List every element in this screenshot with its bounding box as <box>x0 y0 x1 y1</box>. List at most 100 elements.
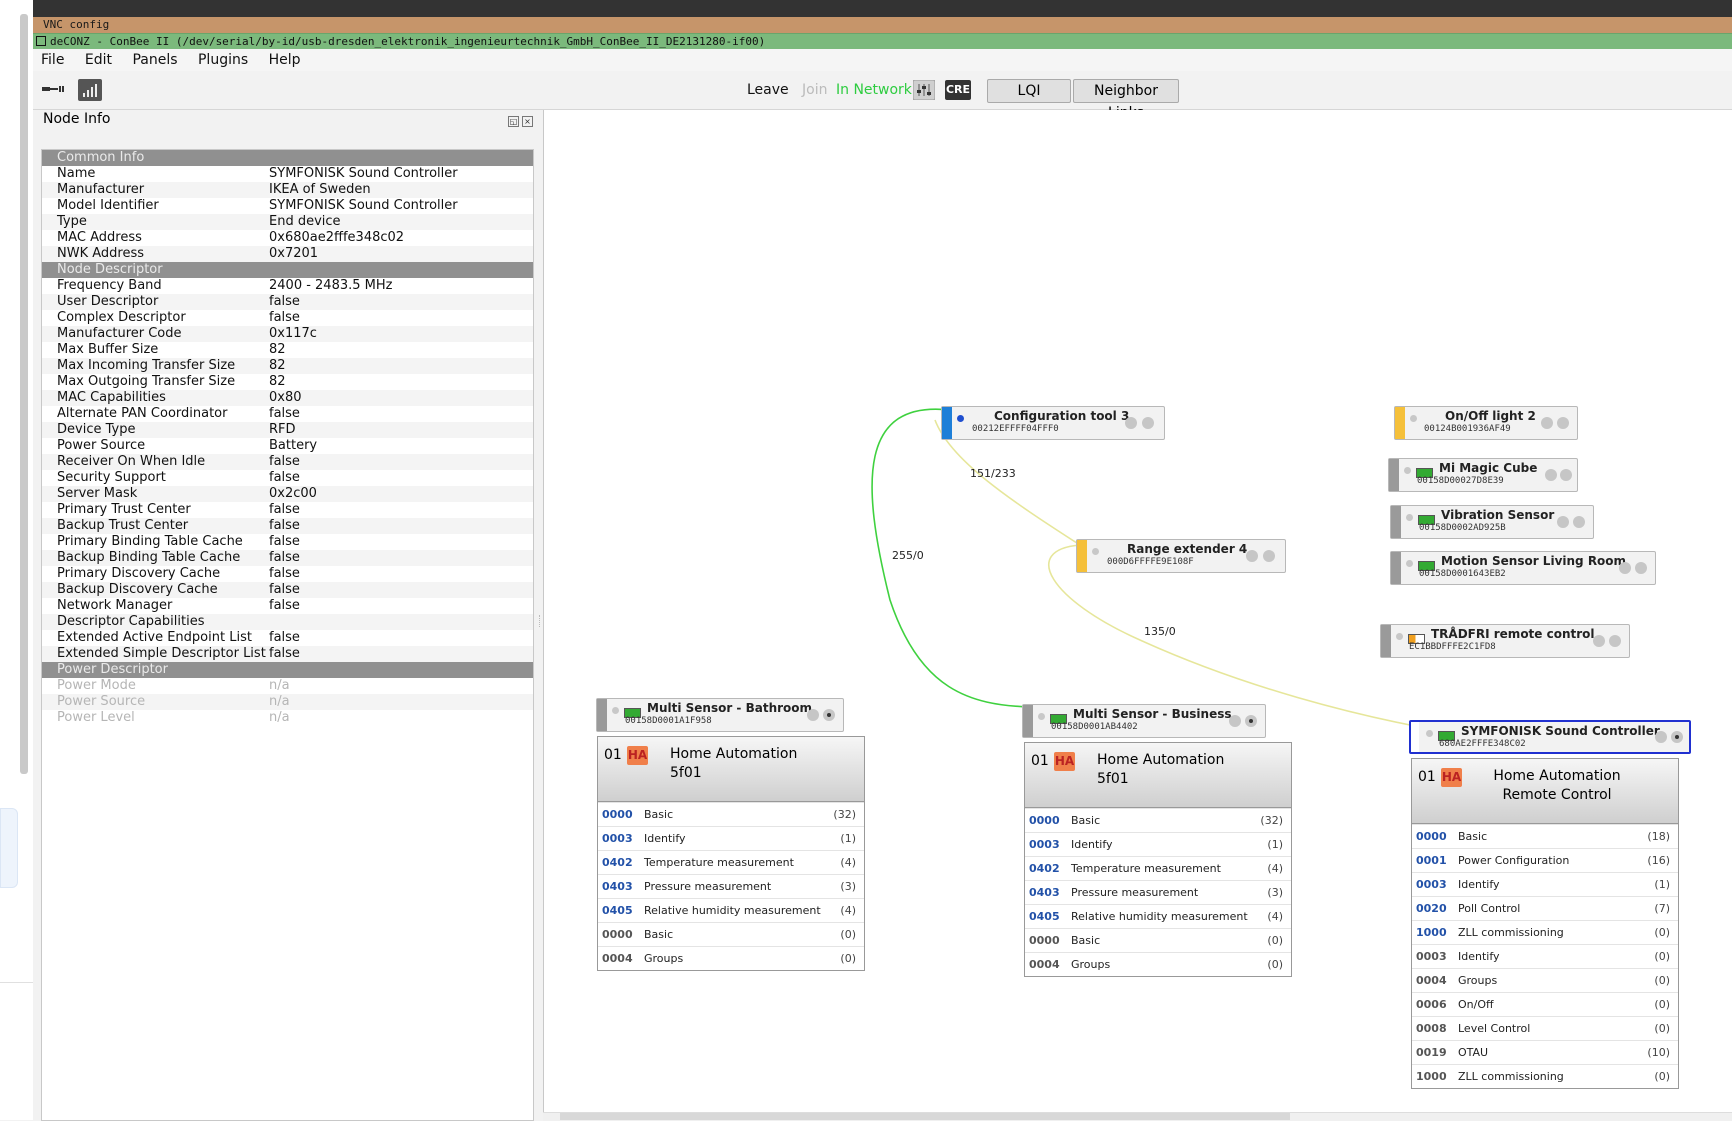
cluster-row[interactable]: 0000 Basic (18) <box>1412 824 1678 848</box>
cluster-name: Pressure measurement <box>644 880 772 893</box>
port-active-icon[interactable] <box>1245 715 1257 727</box>
cluster-name: Poll Control <box>1458 902 1521 915</box>
cluster-id: 0006 <box>1416 998 1447 1011</box>
cluster-row[interactable]: 0402 Temperature measurement (4) <box>598 850 864 874</box>
cluster-row[interactable]: 0403 Pressure measurement (3) <box>1025 880 1291 904</box>
cluster-row[interactable]: 0001 Power Configuration (16) <box>1412 848 1678 872</box>
endpoint-profile-name: Home Automation <box>670 746 798 762</box>
node-address: 00124B001936AF49 <box>1424 424 1511 434</box>
endpoint-header[interactable]: 01 HA Home Automation 5f01 <box>598 737 864 802</box>
node-type-strip <box>1391 552 1401 584</box>
cluster-row[interactable]: 0405 Relative humidity measurement (4) <box>1025 904 1291 928</box>
node-vibration-sensor[interactable]: Vibration Sensor 00158D0002AD925B <box>1390 505 1594 539</box>
cluster-row[interactable]: 0004 Groups (0) <box>1025 952 1291 976</box>
port-icon[interactable] <box>1619 562 1631 574</box>
endpoint-box-symfonisk[interactable]: 01 HA Home Automation Remote Control 0000 Bas… <box>1411 758 1679 1089</box>
cluster-id: 0003 <box>602 832 633 845</box>
cluster-row[interactable]: 0003 Identify (1) <box>598 826 864 850</box>
node-name: Motion Sensor Living Room <box>1441 554 1627 568</box>
port-icon[interactable] <box>807 709 819 721</box>
port-icon[interactable] <box>1655 731 1667 743</box>
cluster-name: Basic <box>644 808 674 821</box>
node-address: 00158D0001A1F958 <box>625 716 712 726</box>
cluster-row[interactable]: 1000 ZLL commissioning (0) <box>1412 1064 1678 1088</box>
node-configuration-tool[interactable]: Configuration tool 3 00212EFFFF04FFF0 <box>941 406 1165 440</box>
cluster-row[interactable]: 0000 Basic (32) <box>1025 808 1291 832</box>
port-icon[interactable] <box>1573 516 1585 528</box>
cluster-row[interactable]: 0003 Identify (1) <box>1412 872 1678 896</box>
port-icon[interactable] <box>1142 417 1154 429</box>
port-active-icon[interactable] <box>823 709 835 721</box>
cluster-row[interactable]: 0402 Temperature measurement (4) <box>1025 856 1291 880</box>
port-icon[interactable] <box>1635 562 1647 574</box>
cluster-count: (1) <box>840 832 856 845</box>
cluster-id: 0004 <box>1029 958 1060 971</box>
endpoint-box-business[interactable]: 01 HA Home Automation 5f01 0000 Basic (32) 0003… <box>1024 742 1292 977</box>
cluster-id: 0402 <box>602 856 633 869</box>
port-icon[interactable] <box>1125 417 1137 429</box>
endpoint-header[interactable]: 01 HA Home Automation 5f01 <box>1025 743 1291 808</box>
cluster-row[interactable]: 0003 Identify (0) <box>1412 944 1678 968</box>
cluster-id: 0403 <box>602 880 633 893</box>
node-type-strip <box>1395 407 1405 439</box>
port-icon[interactable] <box>1541 417 1553 429</box>
cluster-count: (0) <box>1654 1070 1670 1083</box>
node-name: Multi Sensor - Bathroom <box>647 701 813 715</box>
cluster-row[interactable]: 0020 Poll Control (7) <box>1412 896 1678 920</box>
link-quality-label: 135/0 <box>1144 625 1176 638</box>
cluster-count: (0) <box>840 928 856 941</box>
node-range-extender[interactable]: Range extender 4 000D6FFFFE9E108F <box>1076 539 1286 573</box>
port-icon[interactable] <box>1593 635 1605 647</box>
port-icon[interactable] <box>1263 550 1275 562</box>
cluster-row[interactable]: 1000 ZLL commissioning (0) <box>1412 920 1678 944</box>
node-tradfri-remote[interactable]: TRÅDFRI remote control EC1BBDFFFE2C1FD8 <box>1380 624 1630 658</box>
endpoint-number: 01 <box>604 747 622 763</box>
port-icon[interactable] <box>1246 550 1258 562</box>
status-dot <box>1406 514 1413 521</box>
cluster-row[interactable]: 0403 Pressure measurement (3) <box>598 874 864 898</box>
node-type-strip <box>1391 506 1401 538</box>
cluster-id: 1000 <box>1416 1070 1447 1083</box>
port-icon[interactable] <box>1557 417 1569 429</box>
node-motion-sensor[interactable]: Motion Sensor Living Room 00158D0001643E… <box>1390 551 1656 585</box>
cluster-row[interactable]: 0000 Basic (0) <box>1025 928 1291 952</box>
node-mi-magic-cube[interactable]: Mi Magic Cube 00158D00027D8E39 <box>1388 458 1578 492</box>
node-type-strip <box>1411 722 1419 752</box>
cluster-count: (4) <box>1267 910 1283 923</box>
status-dot <box>1092 548 1099 555</box>
node-multi-sensor-bathroom[interactable]: Multi Sensor - Bathroom 00158D0001A1F958 <box>596 698 844 732</box>
cluster-row[interactable]: 0405 Relative humidity measurement (4) <box>598 898 864 922</box>
cluster-row[interactable]: 0000 Basic (0) <box>598 922 864 946</box>
cluster-name: Identify <box>644 832 686 845</box>
cluster-count: (4) <box>840 904 856 917</box>
cluster-id: 0019 <box>1416 1046 1447 1059</box>
endpoint-box-bathroom[interactable]: 01 HA Home Automation 5f01 0000 Basic (32) 0003… <box>597 736 865 971</box>
port-icon[interactable] <box>1557 516 1569 528</box>
port-icon[interactable] <box>1609 635 1621 647</box>
scrollbar-thumb[interactable] <box>560 1113 1290 1120</box>
cluster-row[interactable]: 0004 Groups (0) <box>598 946 864 970</box>
node-name: SYMFONISK Sound Controller <box>1461 724 1660 738</box>
cluster-row[interactable]: 0003 Identify (1) <box>1025 832 1291 856</box>
node-name: Mi Magic Cube <box>1439 461 1538 475</box>
port-icon[interactable] <box>1229 715 1241 727</box>
cluster-row[interactable]: 0008 Level Control (0) <box>1412 1016 1678 1040</box>
endpoint-header[interactable]: 01 HA Home Automation Remote Control <box>1412 759 1678 824</box>
profile-badge: HA <box>1054 752 1075 771</box>
endpoint-profile-name: Home Automation <box>1097 752 1225 768</box>
cluster-row[interactable]: 0006 On/Off (0) <box>1412 992 1678 1016</box>
cluster-row[interactable]: 0000 Basic (32) <box>598 802 864 826</box>
port-icon[interactable] <box>1545 469 1557 481</box>
cluster-name: Temperature measurement <box>1071 862 1221 875</box>
status-dot <box>1426 730 1433 737</box>
node-type-strip <box>1023 705 1033 737</box>
node-multi-sensor-business[interactable]: Multi Sensor - Business 00158D0001AB4402 <box>1022 704 1266 738</box>
node-symfonisk-selected[interactable]: SYMFONISK Sound Controller 680AE2FFFE348… <box>1409 720 1691 754</box>
status-dot <box>957 415 964 422</box>
node-type-strip <box>1389 459 1399 491</box>
cluster-row[interactable]: 0004 Groups (0) <box>1412 968 1678 992</box>
cluster-row[interactable]: 0019 OTAU (10) <box>1412 1040 1678 1064</box>
port-icon[interactable] <box>1560 469 1572 481</box>
node-onoff-light[interactable]: On/Off light 2 00124B001936AF49 <box>1394 406 1578 440</box>
port-active-icon[interactable] <box>1671 731 1683 743</box>
